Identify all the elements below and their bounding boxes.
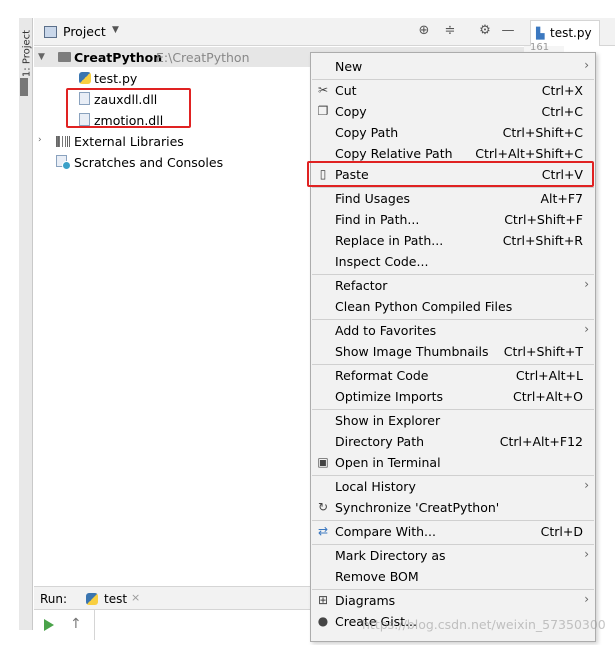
chevron-down-icon[interactable]: ▼ xyxy=(112,25,119,35)
side-tab-project[interactable]: 1: Project xyxy=(20,24,33,86)
project-panel-header: Project ▼ ⊕ ≑ ⚙ — xyxy=(34,18,524,46)
menu-item-cut[interactable]: ✂ Cut Ctrl+X xyxy=(311,80,595,101)
scratches-label: Scratches and Consoles xyxy=(74,155,224,170)
menu-item-find-usages[interactable]: Find Usages Alt+F7 xyxy=(311,188,595,209)
folder-icon xyxy=(58,52,71,62)
toolbar-divider xyxy=(94,610,95,640)
submenu-arrow-icon: › xyxy=(584,58,589,72)
gear-icon[interactable]: ⚙ xyxy=(477,23,493,38)
side-tab-marker xyxy=(20,78,28,96)
library-icon xyxy=(56,136,70,147)
tree-item-test-py[interactable]: test.py xyxy=(34,68,314,88)
scissors-icon: ✂ xyxy=(317,83,329,97)
submenu-arrow-icon: › xyxy=(584,478,589,492)
menu-item-show-in-explorer[interactable]: Show in Explorer xyxy=(311,410,595,431)
side-tab-label: 1: Project xyxy=(21,29,33,78)
annotation-highlight-paste xyxy=(307,161,594,187)
menu-item-add-to-favorites[interactable]: Add to Favorites › xyxy=(311,320,595,341)
minimize-icon[interactable]: — xyxy=(500,23,516,38)
menu-item-synchronize[interactable]: ↻ Synchronize 'CreatPython' xyxy=(311,497,595,518)
close-icon[interactable]: × xyxy=(131,591,140,604)
external-libraries-label: External Libraries xyxy=(74,134,184,149)
python-file-icon xyxy=(79,72,91,84)
menu-item-directory-path[interactable]: Directory Path Ctrl+Alt+F12 xyxy=(311,431,595,452)
menu-item-refactor[interactable]: Refactor › xyxy=(311,275,595,296)
terminal-icon: ▣ xyxy=(317,455,329,469)
locate-icon[interactable]: ⊕ xyxy=(416,23,432,38)
watermark-text: https://blog.csdn.net/weixin_57350300 xyxy=(362,617,606,632)
menu-item-compare-with[interactable]: ⇄ Compare With... Ctrl+D xyxy=(311,521,595,542)
menu-item-new[interactable]: New › xyxy=(311,56,595,77)
menu-item-open-in-terminal[interactable]: ▣ Open in Terminal xyxy=(311,452,595,473)
menu-item-optimize-imports[interactable]: Optimize Imports Ctrl+Alt+O xyxy=(311,386,595,407)
context-menu: New › ✂ Cut Ctrl+X ❐ Copy Ctrl+C Copy Pa… xyxy=(310,52,596,642)
arrow-up-icon[interactable]: ↑ xyxy=(70,616,82,632)
tool-window-strip xyxy=(19,18,33,630)
menu-item-inspect-code[interactable]: Inspect Code... xyxy=(311,251,595,272)
editor-tab-label: test.py xyxy=(550,26,592,40)
compare-icon: ⇄ xyxy=(317,524,329,538)
submenu-arrow-icon: › xyxy=(584,592,589,606)
submenu-arrow-icon: › xyxy=(584,322,589,336)
submenu-arrow-icon: › xyxy=(584,547,589,561)
project-view-icon xyxy=(44,26,57,38)
tree-item-external-libraries[interactable]: › External Libraries xyxy=(34,131,314,151)
menu-item-local-history[interactable]: Local History › xyxy=(311,476,595,497)
menu-item-mark-directory[interactable]: Mark Directory as › xyxy=(311,545,595,566)
menu-item-find-in-path[interactable]: Find in Path... Ctrl+Shift+F xyxy=(311,209,595,230)
play-icon[interactable] xyxy=(44,619,54,631)
menu-item-reformat-code[interactable]: Reformat Code Ctrl+Alt+L xyxy=(311,365,595,386)
root-folder-path: E:\CreatPython xyxy=(156,50,250,65)
run-panel-header: Run: test × xyxy=(34,586,316,610)
menu-item-show-thumbnails[interactable]: Show Image Thumbnails Ctrl+Shift+T xyxy=(311,341,595,362)
menu-item-copy-path[interactable]: Copy Path Ctrl+Shift+C xyxy=(311,122,595,143)
run-label: Run: xyxy=(40,592,68,606)
diagram-icon: ⊞ xyxy=(317,593,329,607)
tree-item-scratches[interactable]: Scratches and Consoles xyxy=(34,152,314,172)
menu-item-clean-compiled[interactable]: Clean Python Compiled Files xyxy=(311,296,595,317)
python-file-icon: ▙ xyxy=(536,27,545,40)
python-file-icon xyxy=(86,593,98,605)
copy-icon: ❐ xyxy=(317,104,329,118)
run-toolbar: ↑ xyxy=(34,610,316,640)
menu-item-copy[interactable]: ❐ Copy Ctrl+C xyxy=(311,101,595,122)
menu-item-remove-bom[interactable]: Remove BOM xyxy=(311,566,595,587)
sync-icon: ↻ xyxy=(317,500,329,514)
menu-item-diagrams[interactable]: ⊞ Diagrams › xyxy=(311,590,595,611)
run-tab-test[interactable]: test xyxy=(104,592,127,606)
collapse-all-icon[interactable]: ≑ xyxy=(442,23,458,38)
expand-arrow-icon[interactable]: ▼ xyxy=(38,52,45,62)
scratches-icon xyxy=(56,155,71,170)
expand-arrow-icon[interactable]: › xyxy=(38,135,42,145)
github-icon: ● xyxy=(317,614,329,628)
submenu-arrow-icon: › xyxy=(584,277,589,291)
annotation-highlight-dll-files xyxy=(66,88,191,128)
project-panel-title: Project xyxy=(63,24,106,39)
file-name: test.py xyxy=(94,71,138,86)
menu-item-replace-in-path[interactable]: Replace in Path... Ctrl+Shift+R xyxy=(311,230,595,251)
root-folder-name: CreatPython xyxy=(74,50,163,65)
